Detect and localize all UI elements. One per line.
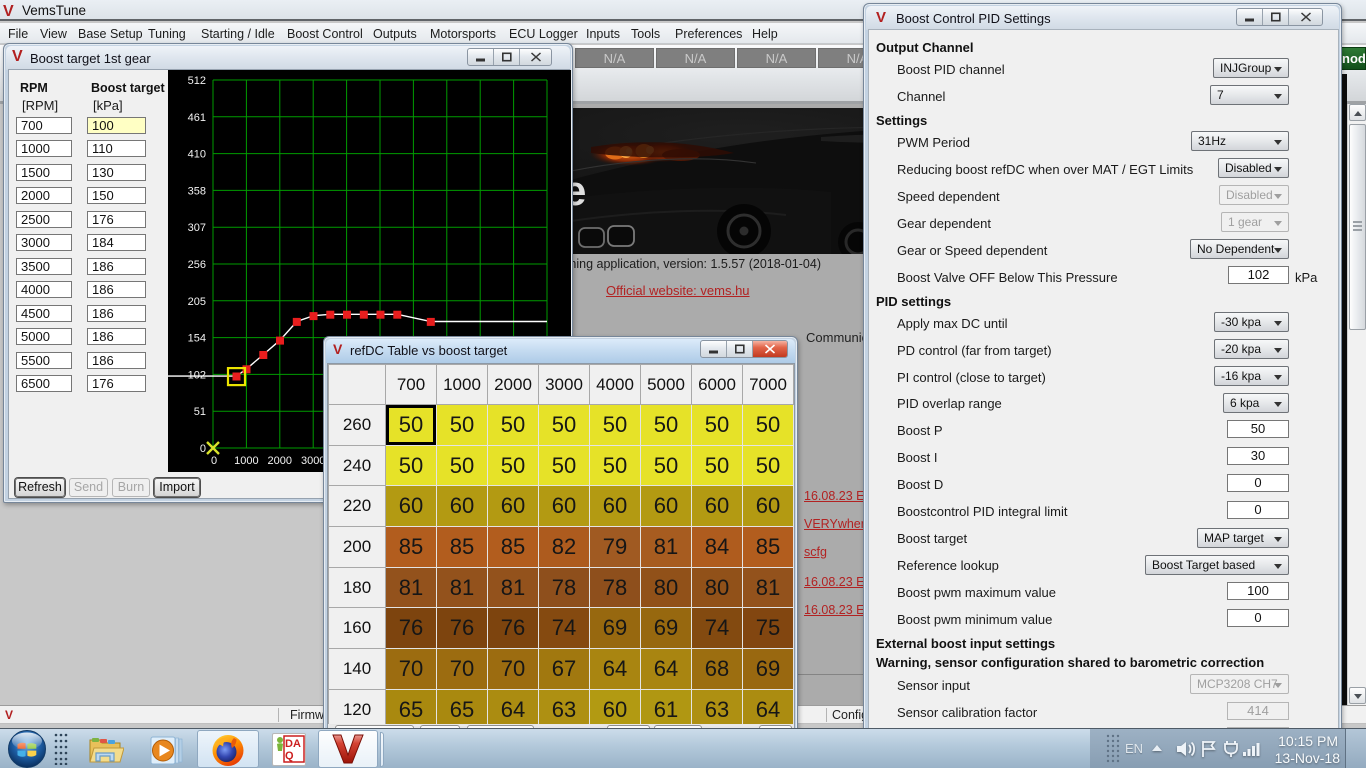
svg-text:256: 256 bbox=[188, 259, 206, 271]
svg-text:DA: DA bbox=[285, 738, 301, 750]
svg-text:0: 0 bbox=[200, 443, 206, 455]
svg-text:205: 205 bbox=[188, 296, 206, 308]
svg-text:51: 51 bbox=[194, 406, 206, 418]
svg-text:358: 358 bbox=[188, 185, 206, 197]
svg-text:0: 0 bbox=[211, 455, 217, 467]
svg-text:3000: 3000 bbox=[301, 455, 325, 467]
svg-text:Q: Q bbox=[285, 750, 294, 762]
svg-text:2000: 2000 bbox=[268, 455, 292, 467]
svg-text:461: 461 bbox=[188, 112, 206, 124]
svg-text:307: 307 bbox=[188, 222, 206, 234]
svg-text:410: 410 bbox=[188, 149, 206, 161]
svg-text:512: 512 bbox=[188, 75, 206, 87]
svg-text:e: e bbox=[571, 167, 586, 214]
svg-text:154: 154 bbox=[188, 333, 206, 345]
svg-text:1000: 1000 bbox=[234, 455, 258, 467]
